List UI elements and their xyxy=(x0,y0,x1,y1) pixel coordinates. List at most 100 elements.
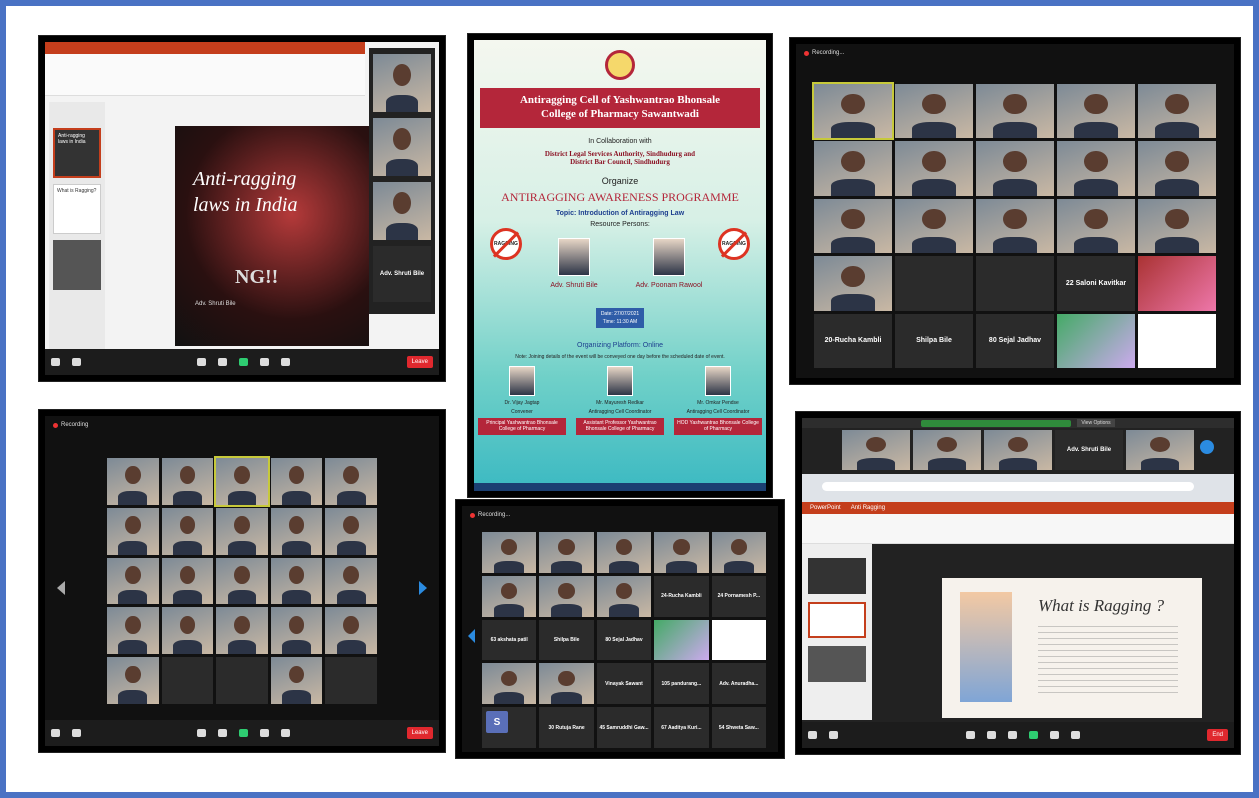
no-ragging-sign-icon: RAGGING xyxy=(718,228,750,260)
end-button[interactable]: Leave xyxy=(406,727,433,739)
participant-tile xyxy=(270,458,323,505)
tile-name: 63 akshata patil xyxy=(490,636,528,643)
speaker-photo xyxy=(653,238,685,276)
video-tile xyxy=(913,430,981,470)
chat-button[interactable] xyxy=(218,729,228,737)
view-options-button[interactable]: View Options xyxy=(1077,419,1115,427)
coordinator-2: Mr. Mayuresh Redkar Antiragging Cell Coo… xyxy=(576,366,664,435)
record-button[interactable] xyxy=(1049,731,1059,739)
next-page-icon[interactable] xyxy=(1200,440,1214,454)
end-button[interactable]: End xyxy=(1207,729,1228,741)
reactions-button[interactable] xyxy=(281,358,291,366)
participant-tile xyxy=(1057,141,1135,196)
slide-heading: What is Ragging ? xyxy=(1038,596,1165,615)
share-button[interactable] xyxy=(239,358,249,366)
participant-tile xyxy=(1138,256,1216,311)
thumb-slide-3[interactable] xyxy=(53,240,101,290)
mute-button[interactable] xyxy=(51,358,60,366)
participant-tile xyxy=(1138,198,1216,254)
participant-tile xyxy=(325,657,377,704)
participant-tile xyxy=(107,657,159,704)
participant-tile xyxy=(270,507,323,555)
share-button[interactable] xyxy=(239,729,249,737)
reactions-button[interactable] xyxy=(1070,731,1080,739)
coordinator-1: Dr. Vijay Jagtap Convener Principal Yash… xyxy=(478,366,566,435)
next-page-icon[interactable] xyxy=(419,581,427,595)
video-button[interactable] xyxy=(72,358,81,366)
participant-tile: 24-Rucha Kambli xyxy=(654,575,709,617)
speaker-1: Adv. Shruti Bile xyxy=(534,238,614,289)
participant-tile xyxy=(270,557,323,605)
date-time-box: Date: 27/07/2021 Time: 11:30 AM xyxy=(596,308,644,328)
thumb-slide-2[interactable]: What is Ragging? xyxy=(53,184,101,234)
poster-title: Antiragging Cell of Yashwantrao Bhonsale… xyxy=(480,88,760,128)
chat-button[interactable] xyxy=(1007,731,1017,739)
tile-name: 67 Aaditya Kuri... xyxy=(661,724,702,731)
prev-page-icon[interactable] xyxy=(57,581,65,595)
participant-tile xyxy=(654,532,709,573)
no-ragging-sign-icon: RAGGING xyxy=(490,228,522,260)
end-button[interactable]: Leave xyxy=(406,356,433,368)
participant-tile xyxy=(161,657,214,704)
participant-tile xyxy=(976,141,1054,196)
mute-button[interactable] xyxy=(51,729,60,737)
video-button[interactable] xyxy=(829,731,838,739)
thumb-slide-1[interactable] xyxy=(808,558,866,594)
participant-tile xyxy=(1138,84,1216,139)
screenshot-gallery-3: Recording... 24-Rucha Kambli 24 Pornames… xyxy=(456,500,784,758)
participant-tile xyxy=(1057,84,1135,139)
tile-name: 80 Sejal Jadhav xyxy=(988,337,1042,345)
tile-name: 45 Samruddhi Gaw... xyxy=(599,724,649,731)
address-bar[interactable] xyxy=(822,482,1194,491)
slide-thumbnails: Anti-ragging laws in India What is Raggi… xyxy=(49,102,105,352)
participant-tile xyxy=(895,198,973,254)
participant-tile: 20-Rucha Kambli xyxy=(814,313,892,368)
participant-tile: 54 Shweta Saw... xyxy=(711,707,766,748)
poster-title-line-2: College of Pharmacy Sawantwadi xyxy=(541,108,699,121)
participant-tile: 45 Samruddhi Gaw... xyxy=(596,707,652,748)
participant-tile xyxy=(107,458,159,505)
poster-footer xyxy=(474,483,766,491)
recording-indicator: Recording... xyxy=(470,512,510,518)
avatar: S xyxy=(486,711,508,734)
mute-button[interactable] xyxy=(808,731,817,739)
video-tile xyxy=(373,118,431,176)
tile-name: 22 Saloni Kavitkar xyxy=(1065,279,1127,287)
participant-tile: 24 Pornamesh P... xyxy=(711,575,766,617)
participant-tile xyxy=(1138,141,1216,196)
tile-name: Shilpa Bile xyxy=(553,636,580,643)
prev-page-icon[interactable] xyxy=(468,629,475,643)
participant-tile xyxy=(482,575,537,617)
video-button[interactable] xyxy=(72,729,81,737)
participants-button[interactable] xyxy=(197,729,207,737)
record-button[interactable] xyxy=(260,729,270,737)
thumb-slide-3[interactable] xyxy=(808,646,866,682)
browser-chrome xyxy=(802,474,1234,502)
coordinator-photo xyxy=(607,366,633,396)
participant-tile xyxy=(812,81,894,141)
participant-tile xyxy=(976,256,1054,311)
thumb-slide-1[interactable]: Anti-ragging laws in India xyxy=(53,128,101,178)
security-button[interactable] xyxy=(965,731,975,739)
slide-thumbnails xyxy=(802,544,872,720)
share-button[interactable] xyxy=(1028,731,1038,739)
chat-button[interactable] xyxy=(218,358,228,366)
organize-label: Organize xyxy=(601,176,639,186)
ppt-ribbon xyxy=(802,514,1234,544)
coordinator-3: Mr. Omkar Pendse Antiragging Cell Coordi… xyxy=(674,366,762,435)
participant-tile xyxy=(325,507,377,555)
participant-tile: 30 Rutuja Rane xyxy=(539,707,594,748)
tile-name: 80 Sejal Jadhav xyxy=(605,636,643,643)
tile-name: Adv. Shruti Bile xyxy=(379,271,425,277)
video-tile xyxy=(1126,430,1194,470)
participant-tile xyxy=(596,575,652,617)
thumb-slide-2[interactable] xyxy=(808,602,866,638)
video-strip: Adv. Shruti Bile xyxy=(842,430,1194,470)
record-button[interactable] xyxy=(260,358,270,366)
zoom-toolbar: Leave xyxy=(45,349,439,375)
reactions-button[interactable] xyxy=(281,729,291,737)
recording-indicator: Recording xyxy=(53,422,88,428)
resource-label: Resource Persons: xyxy=(590,221,650,228)
participants-button[interactable] xyxy=(197,358,207,366)
participants-button[interactable] xyxy=(986,731,996,739)
